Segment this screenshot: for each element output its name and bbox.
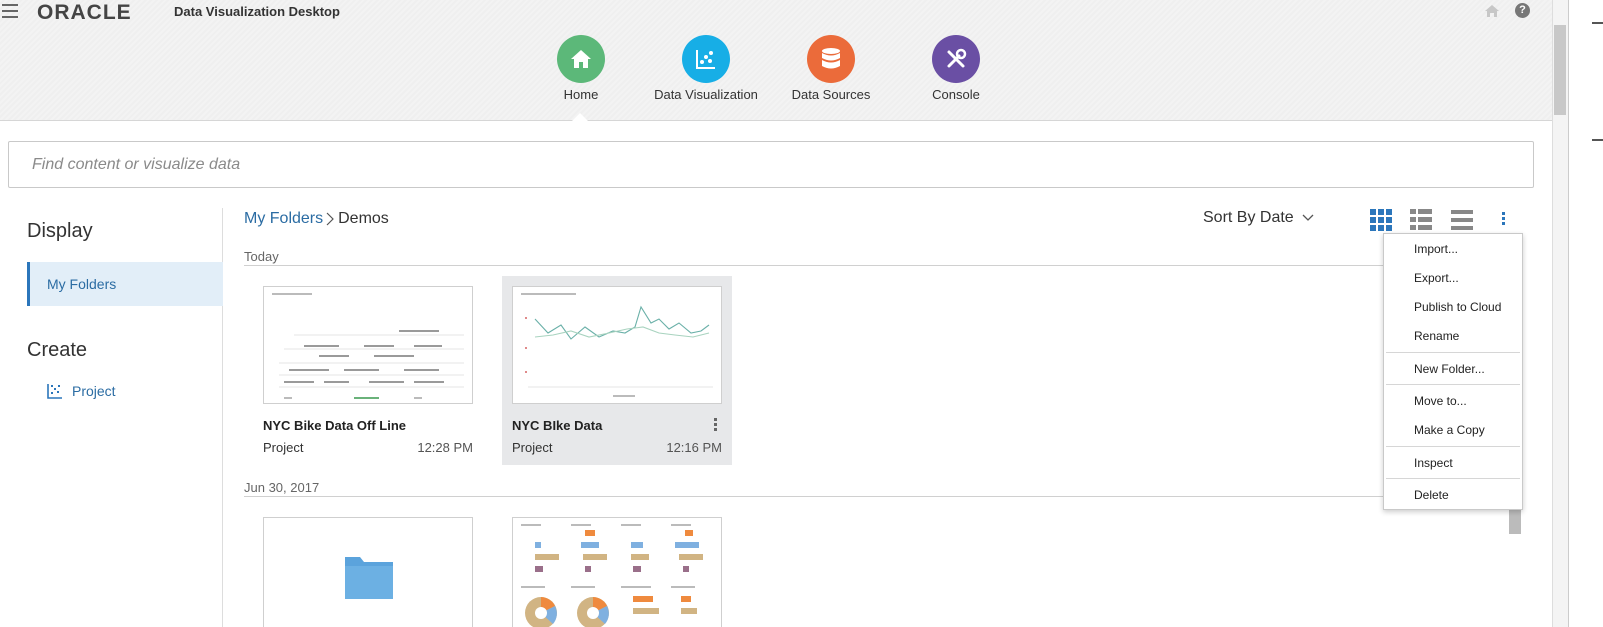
nav-data-sources[interactable]: Data Sources xyxy=(771,35,891,102)
list-view-icon[interactable] xyxy=(1410,209,1432,231)
app-title: Data Visualization Desktop xyxy=(174,4,340,19)
create-heading: Create xyxy=(27,339,88,361)
breadcrumb-current: Demos xyxy=(338,210,389,227)
menu-item-new-folder[interactable]: New Folder... xyxy=(1414,362,1485,376)
nav-data-sources-label: Data Sources xyxy=(791,87,871,102)
card-title: NYC Bike Data Off Line xyxy=(263,418,407,433)
app-header: ORACLE Data Visualization Desktop ? Home… xyxy=(0,0,1568,122)
nav-data-visualization-label: Data Visualization xyxy=(654,87,758,102)
database-icon xyxy=(807,35,855,83)
sort-label: Sort By Date xyxy=(1203,209,1294,226)
search-input[interactable] xyxy=(8,141,1534,188)
home-icon[interactable] xyxy=(1484,3,1500,19)
home-icon xyxy=(557,35,605,83)
active-nav-indicator xyxy=(571,113,589,122)
project-card-selected[interactable]: NYC BIke Data Project 12:16 PM xyxy=(502,276,732,465)
menu-item-inspect[interactable]: Inspect xyxy=(1414,456,1453,470)
nav-home[interactable]: Home xyxy=(521,35,641,102)
project-card[interactable] xyxy=(502,507,732,627)
menu-separator xyxy=(1386,446,1520,447)
folder-thumbnail xyxy=(263,517,473,627)
scatter-chart-icon xyxy=(47,384,62,399)
oracle-logo: ORACLE xyxy=(37,1,132,24)
card-more-options-icon[interactable] xyxy=(714,418,718,433)
grid-view-icon[interactable] xyxy=(1370,209,1392,231)
project-thumbnail xyxy=(512,286,722,404)
more-options-icon[interactable] xyxy=(1500,212,1506,228)
chevron-right-icon xyxy=(326,212,334,226)
card-time: 12:16 PM xyxy=(666,440,722,455)
create-project-label: Project xyxy=(72,383,116,399)
edge-mark xyxy=(1592,139,1603,141)
card-type: Project xyxy=(512,440,553,455)
create-project-link[interactable]: Project xyxy=(47,383,116,399)
menu-item-publish-to-cloud[interactable]: Publish to Cloud xyxy=(1414,300,1501,314)
window-edge xyxy=(1568,0,1603,627)
divider xyxy=(244,496,1509,497)
project-thumbnail xyxy=(263,286,473,404)
tools-icon xyxy=(932,35,980,83)
divider xyxy=(244,265,1509,266)
nav-console-label: Console xyxy=(932,87,980,102)
scatter-chart-icon xyxy=(682,35,730,83)
hamburger-menu-icon[interactable] xyxy=(2,4,18,18)
menu-item-move-to[interactable]: Move to... xyxy=(1414,394,1467,408)
sidebar-item-my-folders[interactable]: My Folders xyxy=(27,262,223,306)
sidebar-item-label: My Folders xyxy=(47,276,117,292)
group-label-date: Jun 30, 2017 xyxy=(244,480,320,495)
chevron-down-icon xyxy=(1302,214,1314,221)
card-type: Project xyxy=(263,440,304,455)
nav-console[interactable]: Console xyxy=(896,35,1016,102)
menu-separator xyxy=(1386,478,1520,479)
card-time: 12:28 PM xyxy=(417,440,473,455)
page-scrollbar-thumb[interactable] xyxy=(1554,25,1566,115)
left-sidebar: Display My Folders Create Project xyxy=(0,208,223,627)
folder-card[interactable] xyxy=(253,507,483,627)
context-menu: Import... Export... Publish to Cloud Ren… xyxy=(1383,233,1523,510)
detail-view-icon[interactable] xyxy=(1451,209,1473,231)
nav-data-visualization[interactable]: Data Visualization xyxy=(646,35,766,102)
project-thumbnail xyxy=(512,517,722,627)
menu-item-import[interactable]: Import... xyxy=(1414,242,1458,256)
menu-item-export[interactable]: Export... xyxy=(1414,271,1459,285)
content-scrollbar-thumb[interactable] xyxy=(1509,510,1521,534)
breadcrumb-my-folders[interactable]: My Folders xyxy=(244,210,323,228)
edge-mark xyxy=(1592,22,1603,24)
menu-item-delete[interactable]: Delete xyxy=(1414,488,1449,502)
group-label-today: Today xyxy=(244,249,279,264)
menu-item-make-a-copy[interactable]: Make a Copy xyxy=(1414,423,1485,437)
help-icon[interactable]: ? xyxy=(1515,3,1530,18)
nav-home-label: Home xyxy=(563,87,599,102)
breadcrumb: My Folders Demos xyxy=(244,210,389,228)
card-title: NYC BIke Data xyxy=(512,418,603,433)
sort-dropdown[interactable]: Sort By Date xyxy=(1203,209,1314,227)
menu-separator xyxy=(1386,384,1520,385)
project-card[interactable]: NYC Bike Data Off Line Project 12:28 PM xyxy=(253,276,483,465)
display-heading: Display xyxy=(27,220,93,242)
folder-icon xyxy=(345,557,393,599)
menu-item-rename[interactable]: Rename xyxy=(1414,329,1459,343)
menu-separator xyxy=(1386,352,1520,353)
